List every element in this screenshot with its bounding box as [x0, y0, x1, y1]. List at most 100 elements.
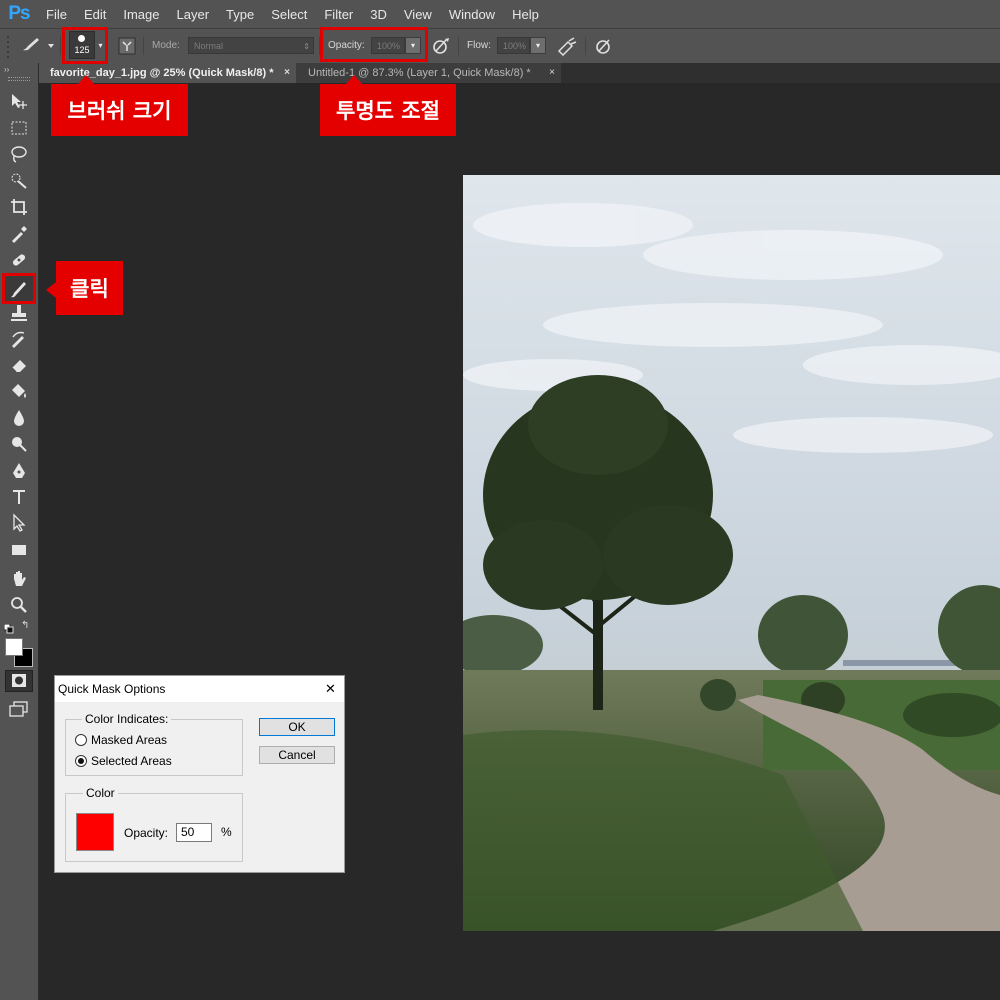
menu-image[interactable]: Image: [115, 7, 168, 22]
click-callout: 클릭: [56, 261, 123, 315]
color-indicates-label: Color Indicates:: [82, 712, 172, 726]
dialog-titlebar: Quick Mask Options ✕: [55, 676, 344, 702]
options-bar: 125 ▾ Mode: Normal ⇕ Opacity: 100% ▾ Flo…: [0, 28, 1000, 64]
document-tabs: favorite_day_1.jpg @ 25% (Quick Mask/8) …: [38, 63, 1000, 83]
callout-pointer: [346, 75, 362, 84]
screen-mode-button[interactable]: [9, 700, 29, 723]
brush-panel-icon: [118, 37, 136, 55]
mask-opacity-input[interactable]: 50: [176, 823, 212, 842]
brush-size-callout: 브러쉬 크기: [51, 84, 188, 136]
mode-select[interactable]: Normal ⇕: [188, 37, 314, 54]
pen-tool[interactable]: [9, 461, 29, 481]
selected-areas-label[interactable]: Selected Areas: [91, 754, 172, 768]
flow-input[interactable]: 100%: [497, 37, 530, 54]
type-icon: [13, 490, 25, 504]
paint-bucket-tool[interactable]: [9, 381, 29, 401]
close-icon[interactable]: ✕: [325, 681, 336, 697]
menu-type[interactable]: Type: [218, 7, 263, 22]
separator: [60, 37, 61, 55]
blur-tool[interactable]: [9, 408, 29, 428]
dodge-tool[interactable]: [9, 434, 29, 454]
stamp-tool[interactable]: [9, 303, 29, 323]
tool-preset-picker[interactable]: [20, 35, 58, 55]
rectangle-icon: [12, 545, 26, 555]
hand-tool[interactable]: [9, 569, 29, 589]
airbrush-toggle[interactable]: [556, 36, 578, 57]
menu-filter[interactable]: Filter: [316, 7, 362, 22]
separator: [458, 37, 459, 55]
opacity-label: Opacity:: [124, 826, 169, 840]
ok-button[interactable]: OK: [259, 718, 335, 736]
mask-color-swatch[interactable]: [76, 813, 114, 851]
eraser-tool[interactable]: [9, 355, 29, 375]
brush-tool-highlight: [2, 273, 36, 304]
opacity-highlight: [320, 27, 428, 62]
pressure-size-toggle[interactable]: [594, 36, 614, 56]
history-brush-tool[interactable]: [9, 329, 29, 349]
path-select-tool[interactable]: [9, 513, 29, 533]
callout-pointer: [78, 75, 94, 84]
menu-file[interactable]: File: [38, 7, 76, 22]
menu-edit[interactable]: Edit: [76, 7, 115, 22]
collapse-icon[interactable]: ››: [4, 65, 9, 74]
tab-untitled-1[interactable]: Untitled-1 @ 87.3% (Layer 1, Quick Mask/…: [296, 63, 561, 83]
quick-select-tool[interactable]: [9, 171, 29, 191]
canvas-photo[interactable]: [463, 175, 1000, 931]
cancel-button[interactable]: Cancel: [259, 746, 335, 764]
type-tool[interactable]: [9, 487, 29, 507]
quick-mask-button[interactable]: [5, 670, 33, 692]
separator: [585, 37, 586, 55]
menu-help[interactable]: Help: [504, 7, 548, 22]
screen-mode-icon: [9, 701, 28, 717]
swap-colors-icon[interactable]: ↰: [21, 620, 29, 631]
default-colors-icon[interactable]: [3, 621, 14, 634]
menu-bar: Ps File Edit Image Layer Type Select Fil…: [0, 0, 1000, 28]
quick-mask-options-dialog: Quick Mask Options ✕ Color Indicates: Ma…: [54, 675, 345, 873]
pen-icon: [13, 463, 25, 478]
masked-areas-label[interactable]: Masked Areas: [91, 733, 167, 747]
dialog-title: Quick Mask Options: [58, 682, 166, 696]
tab-favorite-day[interactable]: favorite_day_1.jpg @ 25% (Quick Mask/8) …: [38, 63, 296, 83]
eyedropper-tool[interactable]: [9, 224, 29, 244]
zoom-tool[interactable]: [9, 595, 29, 615]
quick-mask-icon: [12, 674, 26, 687]
menu-3d[interactable]: 3D: [362, 7, 396, 22]
marquee-icon: [11, 121, 27, 135]
radio-dot: [78, 758, 84, 764]
flow-dropdown-icon[interactable]: ▾: [530, 37, 546, 54]
quick-select-icon: [11, 173, 27, 189]
rectangle-tool[interactable]: [9, 540, 29, 560]
mode-label: Mode:: [152, 40, 180, 51]
close-icon[interactable]: ×: [549, 63, 555, 83]
menu-select[interactable]: Select: [263, 7, 316, 22]
crop-tool[interactable]: [9, 197, 29, 217]
move-tool[interactable]: [9, 91, 29, 111]
pressure-size-icon: [596, 39, 610, 54]
healing-icon: [12, 254, 26, 266]
crop-icon: [11, 199, 27, 215]
photoshop-logo: Ps: [8, 3, 30, 24]
brush-panel-toggle[interactable]: [118, 37, 136, 55]
menu-window[interactable]: Window: [441, 7, 504, 22]
marquee-tool[interactable]: [9, 118, 29, 138]
hand-icon: [14, 571, 26, 586]
pressure-opacity-toggle[interactable]: [431, 36, 451, 56]
park-landscape-image: [463, 175, 1000, 931]
menu-layer[interactable]: Layer: [169, 7, 219, 22]
lasso-tool[interactable]: [9, 144, 29, 164]
menu-view[interactable]: View: [396, 7, 441, 22]
opacity-callout: 투명도 조절: [320, 84, 456, 136]
selected-areas-radio[interactable]: [75, 755, 87, 767]
pressure-icon: [433, 38, 449, 54]
eyedropper-icon: [12, 226, 27, 243]
dodge-icon: [12, 437, 27, 452]
zoom-icon: [11, 597, 27, 613]
percent-sign: %: [221, 825, 232, 839]
healing-tool[interactable]: [9, 250, 29, 270]
move-icon: [12, 94, 27, 109]
tab-label: Untitled-1 @ 87.3% (Layer 1, Quick Mask/…: [308, 67, 531, 79]
flow-label: Flow:: [467, 40, 491, 51]
close-icon[interactable]: ×: [284, 63, 290, 83]
foreground-color-swatch[interactable]: [5, 638, 23, 656]
masked-areas-radio[interactable]: [75, 734, 87, 746]
